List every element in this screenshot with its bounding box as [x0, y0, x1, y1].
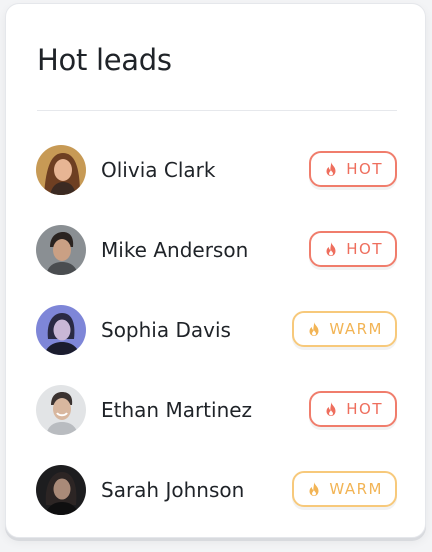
status-label: WARM	[329, 480, 383, 498]
status-label: HOT	[346, 400, 383, 418]
status-label: HOT	[346, 160, 383, 178]
lead-name: Olivia Clark	[101, 158, 216, 182]
lead-row[interactable]: Ethan Martinez HOT	[36, 385, 397, 435]
avatar	[36, 385, 86, 435]
lead-name: Sarah Johnson	[101, 478, 245, 502]
status-badge[interactable]: HOT	[309, 151, 397, 187]
lead-row[interactable]: Olivia Clark HOT	[36, 145, 397, 195]
status-badge[interactable]: WARM	[292, 311, 397, 347]
divider	[37, 110, 397, 111]
hot-leads-card: Hot leads Olivia Clark HOT Mike Anderson…	[5, 3, 426, 538]
lead-row[interactable]: Sarah Johnson WARM	[36, 465, 397, 515]
card-title: Hot leads	[37, 43, 172, 77]
flame-icon	[326, 402, 336, 416]
avatar	[36, 145, 86, 195]
avatar	[36, 465, 86, 515]
flame-icon	[309, 322, 319, 336]
status-label: HOT	[346, 240, 383, 258]
avatar	[36, 225, 86, 275]
lead-name: Mike Anderson	[101, 238, 249, 262]
status-badge[interactable]: HOT	[309, 391, 397, 427]
lead-row[interactable]: Mike Anderson HOT	[36, 225, 397, 275]
lead-name: Ethan Martinez	[101, 398, 253, 422]
status-badge[interactable]: WARM	[292, 471, 397, 507]
lead-name: Sophia Davis	[101, 318, 231, 342]
flame-icon	[326, 242, 336, 256]
avatar	[36, 305, 86, 355]
flame-icon	[309, 482, 319, 496]
flame-icon	[326, 162, 336, 176]
status-label: WARM	[329, 320, 383, 338]
status-badge[interactable]: HOT	[309, 231, 397, 267]
lead-row[interactable]: Sophia Davis WARM	[36, 305, 397, 355]
